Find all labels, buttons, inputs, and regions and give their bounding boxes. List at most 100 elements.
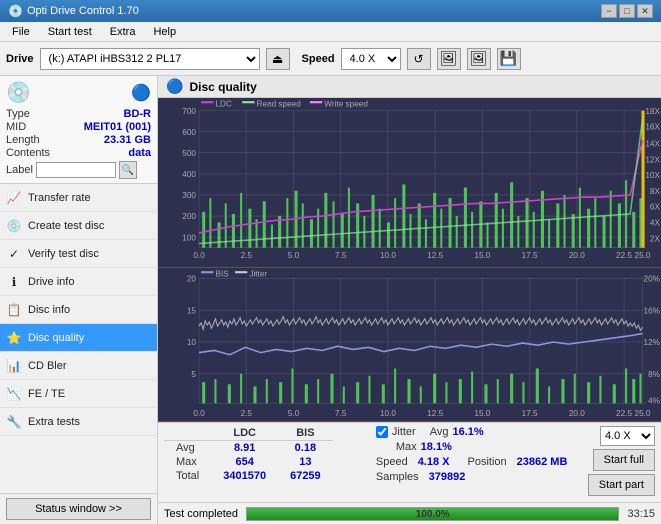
svg-text:BIS: BIS (215, 268, 229, 278)
titlebar-controls: − □ ✕ (601, 4, 653, 18)
sidebar-item-drive-info[interactable]: ℹ Drive info (0, 268, 157, 296)
menu-file[interactable]: File (4, 24, 38, 40)
disc-quality-header-icon: 🔵 (166, 78, 183, 95)
sidebar-item-transfer-rate[interactable]: 📈 Transfer rate (0, 184, 157, 212)
menu-extra[interactable]: Extra (102, 24, 144, 40)
disc-contents-value: data (128, 147, 151, 159)
svg-text:10X: 10X (645, 170, 660, 180)
progress-text: 100.0% (247, 508, 618, 522)
jitter-checkbox[interactable] (376, 426, 388, 438)
menu-help[interactable]: Help (145, 24, 184, 40)
app-icon: 💿 (8, 4, 23, 18)
image-button-1[interactable]: 🖼 (437, 48, 461, 70)
svg-text:4X: 4X (650, 217, 660, 227)
svg-text:Read speed: Read speed (257, 98, 302, 108)
svg-text:5.0: 5.0 (288, 408, 300, 418)
status-bar-sidebar: Status window >> (0, 493, 157, 524)
stats-ldc-total: 3401570 (211, 469, 278, 483)
start-full-button[interactable]: Start full (593, 449, 655, 471)
sidebar-item-disc-info[interactable]: 📋 Disc info (0, 296, 157, 324)
stats-panel: LDC BIS Avg 8.91 0.18 Max 654 (158, 422, 661, 502)
sidebar-item-fe-te[interactable]: 📉 FE / TE (0, 380, 157, 408)
sidebar-item-label-fe-te: FE / TE (28, 388, 65, 400)
sidebar-item-disc-quality[interactable]: ⭐ Disc quality (0, 324, 157, 352)
top-chart-svg: 700 600 500 400 300 200 100 18X 16X 14X … (158, 98, 661, 267)
sidebar-item-label-disc-info: Disc info (28, 304, 70, 316)
bottom-status-bar: Test completed 100.0% 33:15 (158, 502, 661, 524)
sidebar-item-cd-bler[interactable]: 📊 CD Bler (0, 352, 157, 380)
stats-right: 4.0 X 8.0 X Start full Start part (588, 426, 655, 499)
svg-text:20: 20 (187, 273, 196, 283)
svg-text:22.5: 22.5 (616, 250, 632, 260)
svg-text:15.0: 15.0 (474, 250, 490, 260)
speed-row: Speed 4.18 X Position 23862 MB (376, 456, 580, 468)
svg-text:22.5: 22.5 (616, 408, 632, 418)
svg-text:200: 200 (182, 211, 196, 221)
svg-text:20%: 20% (644, 273, 661, 283)
sidebar-item-label-create-test-disc: Create test disc (28, 220, 104, 232)
sidebar-item-create-test-disc[interactable]: 💿 Create test disc (0, 212, 157, 240)
sidebar-item-label-transfer-rate: Transfer rate (28, 192, 91, 204)
sidebar-item-extra-tests[interactable]: 🔧 Extra tests (0, 408, 157, 436)
stats-bis-avg: 0.18 (278, 441, 333, 456)
jitter-row: Jitter Avg 16.1% (376, 426, 580, 438)
sidebar-item-label-verify-test-disc: Verify test disc (28, 248, 99, 260)
disc-quality-title: Disc quality (189, 80, 256, 94)
disc-label-btn[interactable]: 🔍 (119, 161, 137, 179)
disc-label-input[interactable] (36, 162, 116, 178)
svg-text:8%: 8% (648, 368, 660, 378)
sidebar-item-verify-test-disc[interactable]: ✓ Verify test disc (0, 240, 157, 268)
stats-label-total: Total (164, 469, 211, 483)
disc-contents-row: Contents data (6, 147, 151, 159)
speed-select[interactable]: 4.0 X 8.0 X 2.0 X 1.0 X (341, 48, 401, 70)
svg-text:100: 100 (182, 232, 196, 242)
samples-label: Samples (376, 471, 419, 483)
jitter-max-row: Max 18.1% (396, 441, 580, 453)
svg-text:LDC: LDC (215, 98, 231, 108)
save-button[interactable]: 💾 (497, 48, 521, 70)
minimize-button[interactable]: − (601, 4, 617, 18)
stats-col-empty (164, 426, 211, 441)
refresh-button[interactable]: ↺ (407, 48, 431, 70)
sidebar-item-label-disc-quality: Disc quality (28, 332, 84, 344)
stats-label-max: Max (164, 455, 211, 469)
jitter-max-value: 18.1% (421, 441, 452, 453)
svg-text:Write speed: Write speed (324, 98, 368, 108)
disc-length-label: Length (6, 134, 40, 146)
disc-panel: 💿 🔵 Type BD-R MID MEIT01 (001) Length 23… (0, 76, 157, 184)
image-button-2[interactable]: 🖼 (467, 48, 491, 70)
svg-text:14X: 14X (645, 138, 660, 148)
svg-text:15: 15 (187, 305, 196, 315)
disc-info-icon: 📋 (6, 303, 22, 317)
fe-te-icon: 📉 (6, 387, 22, 401)
svg-text:10: 10 (187, 337, 196, 347)
top-chart: 700 600 500 400 300 200 100 18X 16X 14X … (158, 98, 661, 268)
drive-select[interactable]: (k:) ATAPI iHBS312 2 PL17 (40, 48, 260, 70)
svg-text:18X: 18X (645, 106, 660, 116)
sidebar-item-label-extra-tests: Extra tests (28, 416, 80, 428)
svg-text:25.0: 25.0 (635, 408, 651, 418)
eject-button[interactable]: ⏏ (266, 48, 290, 70)
bottom-chart-svg: 20 15 10 5 20% 16% 12% 8% 4% 0.0 2.5 5.0… (158, 268, 661, 421)
status-text: Test completed (164, 508, 238, 520)
speed-select-stats[interactable]: 4.0 X 8.0 X (600, 426, 655, 446)
close-button[interactable]: ✕ (637, 4, 653, 18)
app-title: Opti Drive Control 1.70 (27, 5, 139, 17)
svg-text:5.0: 5.0 (288, 250, 300, 260)
jitter-label: Jitter (392, 426, 416, 438)
menu-start-test[interactable]: Start test (40, 24, 100, 40)
speed-label2: Speed (376, 456, 408, 468)
start-part-button[interactable]: Start part (588, 474, 655, 496)
maximize-button[interactable]: □ (619, 4, 635, 18)
stats-table: LDC BIS Avg 8.91 0.18 Max 654 (164, 426, 368, 499)
status-window-button[interactable]: Status window >> (6, 498, 151, 520)
sidebar-item-label-drive-info: Drive info (28, 276, 74, 288)
svg-text:Jitter: Jitter (249, 268, 267, 278)
main-area: 💿 🔵 Type BD-R MID MEIT01 (001) Length 23… (0, 76, 661, 524)
disc-panel-header: 💿 🔵 (6, 80, 151, 105)
jitter-avg-value: 16.1% (452, 426, 483, 438)
speed-value: 4.18 X (418, 456, 450, 468)
svg-text:0.0: 0.0 (193, 250, 205, 260)
svg-text:20.0: 20.0 (569, 408, 585, 418)
jitter-max-label: Max (396, 441, 417, 453)
